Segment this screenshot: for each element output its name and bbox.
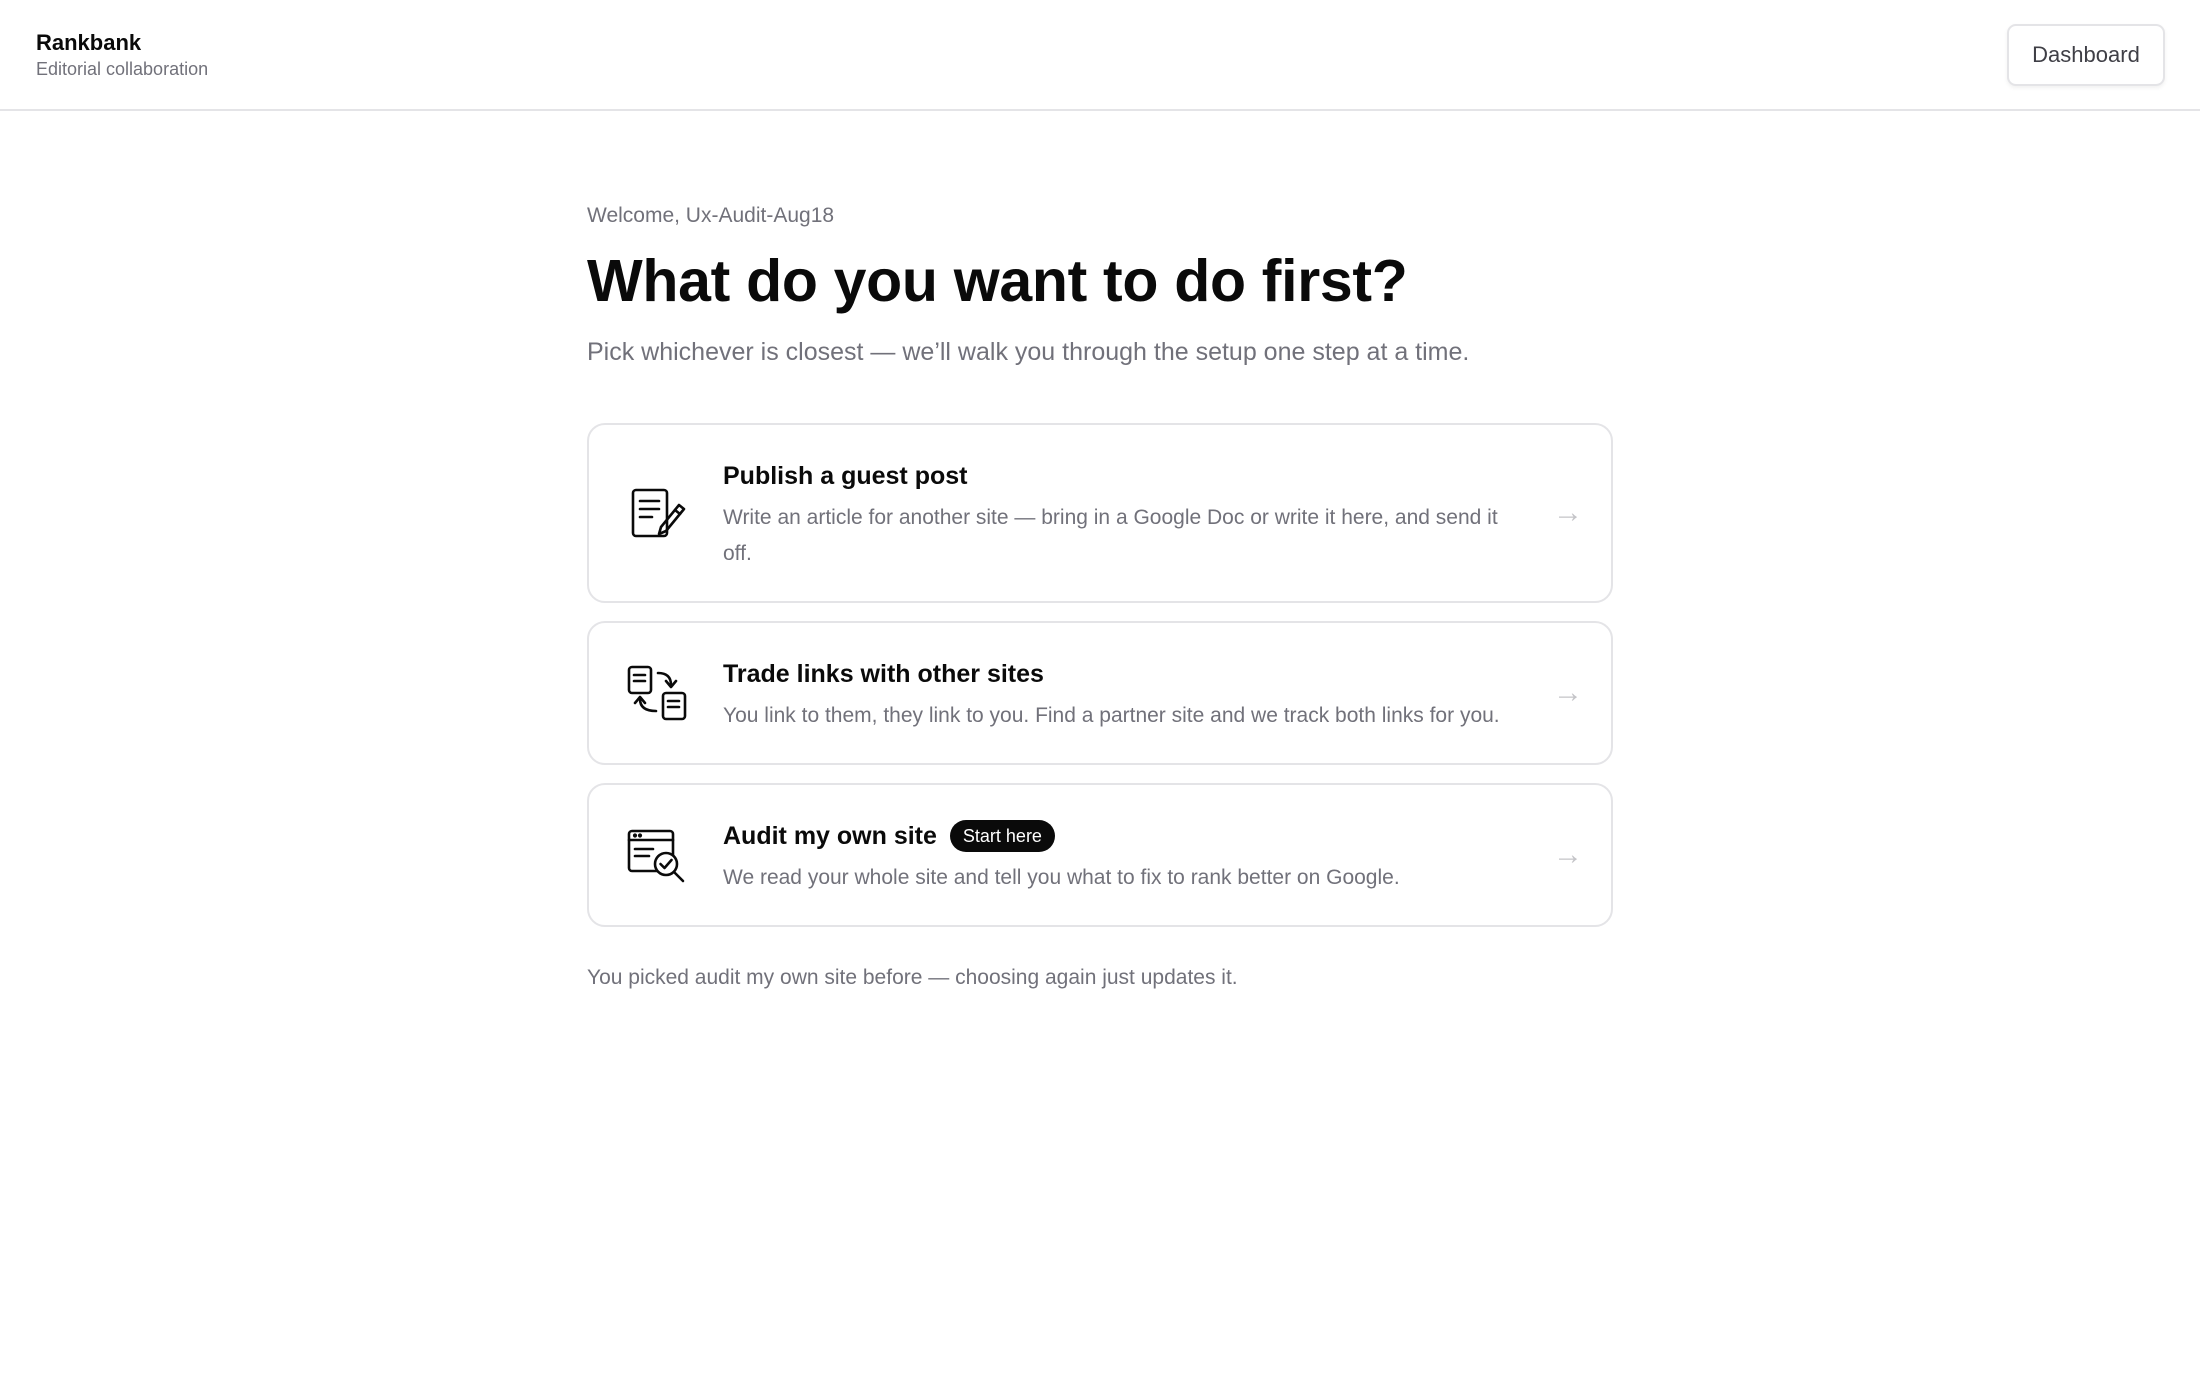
card-title-row: Publish a guest post xyxy=(723,458,1511,494)
top-bar: Rankbank Editorial collaboration Dashboa… xyxy=(0,0,2200,111)
arrow-right-icon: → xyxy=(1553,676,1583,709)
welcome-text: Welcome, Ux-Audit-Aug18 xyxy=(587,204,835,227)
card-description: You link to them, they link to you. Find… xyxy=(723,704,1500,727)
page-title: What do you want to do first? xyxy=(587,248,1408,314)
card-title: Audit my own site xyxy=(723,822,937,850)
arrow-right-icon: → xyxy=(1553,496,1583,529)
card-title-row: Audit my own site Start here xyxy=(723,818,1511,854)
option-card-audit-site[interactable]: Audit my own site Start here We read you… xyxy=(587,783,1613,927)
link-exchange-icon xyxy=(625,661,689,725)
document-pen-icon xyxy=(625,481,689,545)
card-description: Write an article for another site — brin… xyxy=(723,506,1498,565)
option-list: Publish a guest post Write an article fo… xyxy=(587,423,1613,927)
card-description: We read your whole site and tell you wha… xyxy=(723,866,1400,889)
arrow-right-icon: → xyxy=(1553,838,1583,871)
site-audit-icon xyxy=(625,823,689,887)
brand: Rankbank Editorial collaboration xyxy=(36,30,208,80)
card-title: Publish a guest post xyxy=(723,462,968,490)
brand-name: Rankbank xyxy=(36,30,142,55)
page-subtitle: Pick whichever is closest — we’ll walk y… xyxy=(587,338,1470,366)
card-title-row: Trade links with other sites xyxy=(723,656,1511,692)
dashboard-button[interactable]: Dashboard xyxy=(2007,24,2165,86)
option-card-trade-links[interactable]: Trade links with other sites You link to… xyxy=(587,621,1613,765)
card-title: Trade links with other sites xyxy=(723,660,1044,688)
onboarding-main: Welcome, Ux-Audit-Aug18 What do you want… xyxy=(587,200,1613,993)
brand-tagline: Editorial collaboration xyxy=(36,59,209,79)
start-here-badge: Start here xyxy=(949,820,1055,852)
previous-choice-note: You picked audit my own site before — ch… xyxy=(587,966,1238,989)
option-card-guest-post[interactable]: Publish a guest post Write an article fo… xyxy=(587,423,1613,603)
